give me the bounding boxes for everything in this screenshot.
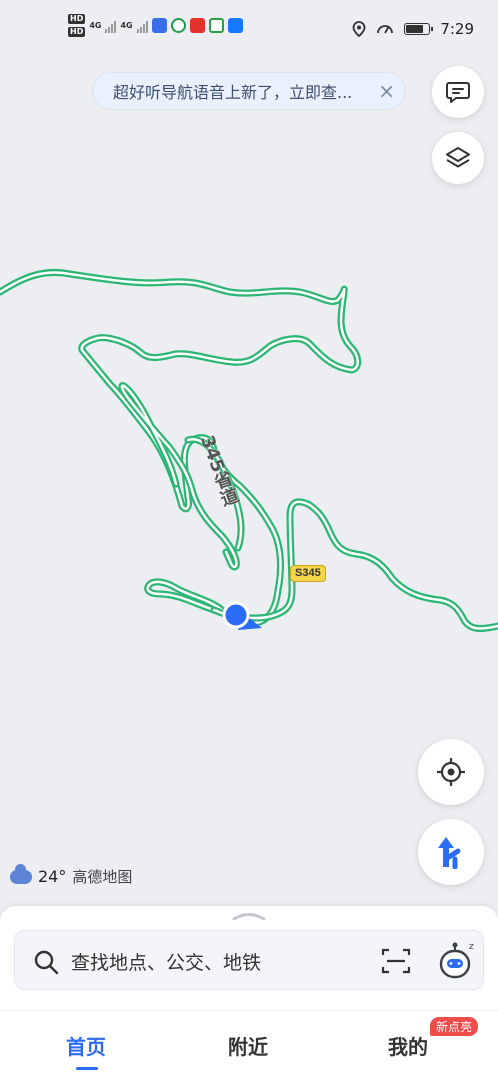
hd-badge: HD xyxy=(68,14,86,24)
app-notification-icon xyxy=(227,18,243,33)
layers-icon xyxy=(446,147,470,168)
cloud-icon xyxy=(10,863,32,884)
active-tab-indicator xyxy=(76,1067,98,1070)
app-notification-icon xyxy=(189,18,205,33)
tab-mine[interactable]: 我的 xyxy=(388,1031,428,1060)
search-icon xyxy=(34,950,59,975)
network-type: 4G xyxy=(89,21,102,30)
road-shield-badge: S345 xyxy=(290,565,326,582)
map-layers-button[interactable] xyxy=(432,132,484,184)
route-arrow-icon xyxy=(438,837,461,869)
message-button[interactable] xyxy=(432,66,484,118)
tab-home[interactable]: 首页 xyxy=(66,1031,106,1060)
chat-bubble-icon xyxy=(446,82,470,103)
close-icon[interactable]: × xyxy=(378,79,395,103)
app-notification-icon xyxy=(170,18,186,33)
signal-icon xyxy=(105,19,117,33)
speed-icon xyxy=(377,25,394,34)
tab-nearby[interactable]: 附近 xyxy=(228,1031,268,1060)
svg-text:z: z xyxy=(469,942,474,952)
app-notification-icon xyxy=(151,18,167,33)
status-bar: HD HD 4G 4G 7:29 xyxy=(0,0,498,60)
app-logo-text: 高德地图 xyxy=(72,868,133,886)
route-planning-button[interactable] xyxy=(418,819,484,885)
voice-assistant-icon[interactable]: z xyxy=(437,939,477,983)
bottom-sheet: 查找地点、公交、地铁 z 首页 附近 我的 新点亮 xyxy=(0,906,498,1080)
battery-icon xyxy=(404,23,434,35)
status-left: HD HD 4G 4G xyxy=(68,14,243,37)
status-time: 7:29 xyxy=(440,20,474,38)
network-type: 4G xyxy=(120,21,133,30)
locate-me-button[interactable] xyxy=(418,739,484,805)
sheet-handle-icon[interactable] xyxy=(232,912,266,920)
signal-icon xyxy=(136,19,148,33)
voice-update-banner[interactable]: 超好听导航语音上新了，立即查... × xyxy=(92,72,406,110)
status-right: 7:29 xyxy=(352,20,474,38)
scan-icon[interactable] xyxy=(381,947,411,975)
search-bar[interactable]: 查找地点、公交、地铁 z xyxy=(14,930,484,990)
bottom-tab-bar: 首页 附近 我的 新点亮 xyxy=(0,1010,498,1080)
new-badge: 新点亮 xyxy=(430,1017,479,1036)
search-input[interactable]: 查找地点、公交、地铁 xyxy=(71,948,261,975)
location-pin-icon xyxy=(352,21,366,37)
temperature: 24° xyxy=(38,867,67,886)
weather-info: 24° 高德地图 xyxy=(10,863,133,887)
banner-text: 超好听导航语音上新了，立即查... xyxy=(113,83,353,102)
app-notification-icon xyxy=(208,18,224,33)
crosshair-icon xyxy=(437,758,465,786)
hd-badge: HD xyxy=(68,27,86,37)
